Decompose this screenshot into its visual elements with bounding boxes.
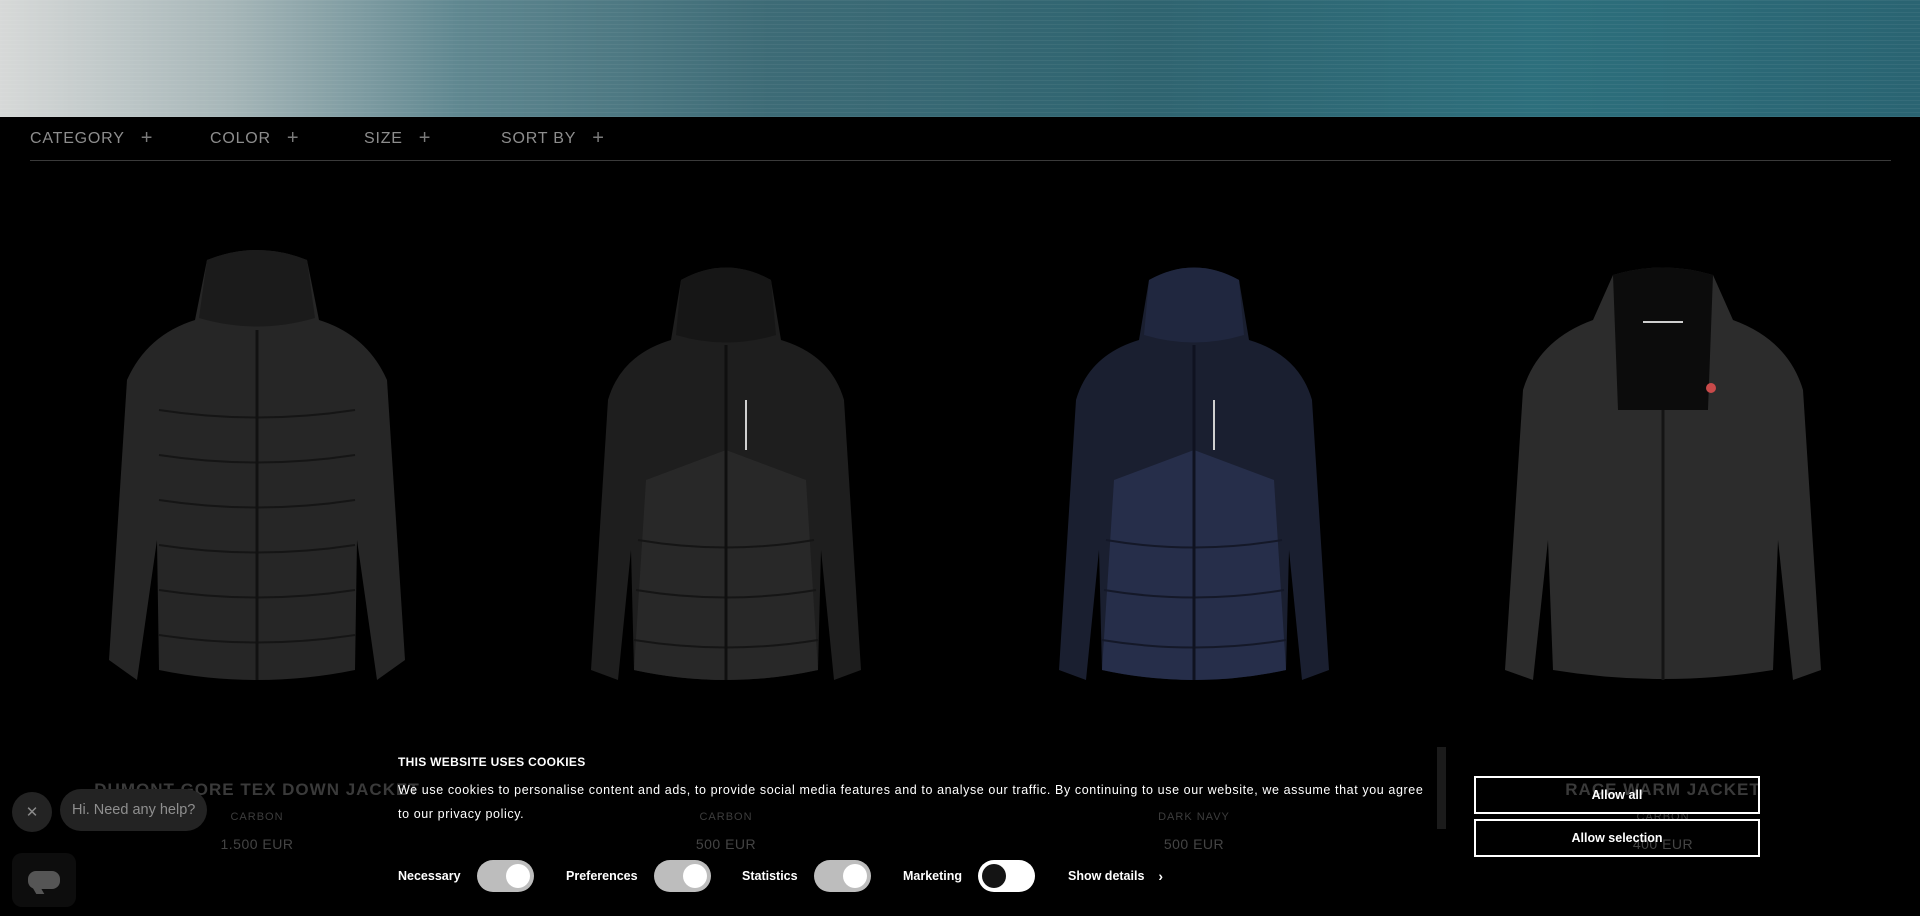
plus-icon: + xyxy=(140,127,154,149)
toggle-knob xyxy=(505,864,530,888)
toggle-preferences[interactable]: Preferences xyxy=(566,860,711,892)
chat-icon xyxy=(28,871,60,889)
product-price: 500 EUR xyxy=(1163,836,1225,852)
product-card[interactable]: DARK NAVY 500 EUR xyxy=(959,200,1429,860)
toggle-necessary[interactable]: Necessary xyxy=(398,860,534,892)
chat-launcher-button[interactable] xyxy=(12,853,76,907)
filter-sort-by[interactable]: SORT BY + xyxy=(501,127,605,150)
filter-category[interactable]: CATEGORY + xyxy=(30,127,153,150)
plus-icon: + xyxy=(418,127,432,149)
toggle-marketing[interactable]: Marketing xyxy=(903,860,1036,892)
allow-selection-button[interactable]: Allow selection xyxy=(1474,819,1760,857)
cookie-consent-toggles: Necessary Preferences Statistics Marketi… xyxy=(398,860,1198,892)
filter-sort-label: SORT BY xyxy=(501,129,577,147)
toggle-marketing-switch[interactable] xyxy=(978,860,1036,892)
toggle-knob xyxy=(982,864,1007,888)
filter-size-label: SIZE xyxy=(364,129,403,147)
toggle-necessary-switch[interactable] xyxy=(476,860,534,892)
toggle-knob xyxy=(842,864,867,888)
show-details-link[interactable]: Show details › xyxy=(1068,860,1163,892)
product-image[interactable] xyxy=(491,200,961,740)
cookie-banner-scrollbar[interactable] xyxy=(1437,747,1446,829)
filter-color-label: COLOR xyxy=(210,129,271,147)
cookie-banner-text: We use cookies to personalise content an… xyxy=(398,783,1424,821)
filter-size[interactable]: SIZE + xyxy=(364,127,431,150)
toggle-statistics-switch[interactable] xyxy=(813,860,871,892)
toggle-knob xyxy=(682,864,707,888)
toggle-statistics-label: Statistics xyxy=(742,869,798,883)
product-price: 1.500 EUR xyxy=(220,836,294,852)
plus-icon: + xyxy=(592,127,605,149)
hero-banner-image xyxy=(0,0,1920,117)
chat-greeting-bubble[interactable]: Hi. Need any help? xyxy=(60,789,208,831)
show-details-label: Show details xyxy=(1068,869,1145,883)
toggle-marketing-label: Marketing xyxy=(903,869,963,883)
toggle-preferences-label: Preferences xyxy=(566,869,638,883)
filter-category-label: CATEGORY xyxy=(30,129,125,147)
product-image[interactable] xyxy=(22,200,492,740)
product-card[interactable]: RACE WARM JACKET CARBON 400 EUR xyxy=(1428,200,1898,860)
plus-icon: + xyxy=(286,127,300,149)
chevron-right-icon: › xyxy=(1158,868,1164,884)
cookie-banner-title: THIS WEBSITE USES COOKIES xyxy=(398,755,586,769)
filter-color[interactable]: COLOR + xyxy=(210,127,299,150)
product-image[interactable] xyxy=(1428,200,1898,740)
filter-bar: CATEGORY + COLOR + SIZE + SORT BY + xyxy=(30,117,1891,161)
toggle-preferences-switch[interactable] xyxy=(653,860,711,892)
product-price: 500 EUR xyxy=(695,836,757,852)
chat-close-icon[interactable]: ✕ xyxy=(12,792,52,832)
toggle-statistics[interactable]: Statistics xyxy=(742,860,871,892)
toggle-necessary-label: Necessary xyxy=(398,869,461,883)
product-image[interactable] xyxy=(959,200,1429,740)
allow-all-button[interactable]: Allow all xyxy=(1474,776,1760,814)
